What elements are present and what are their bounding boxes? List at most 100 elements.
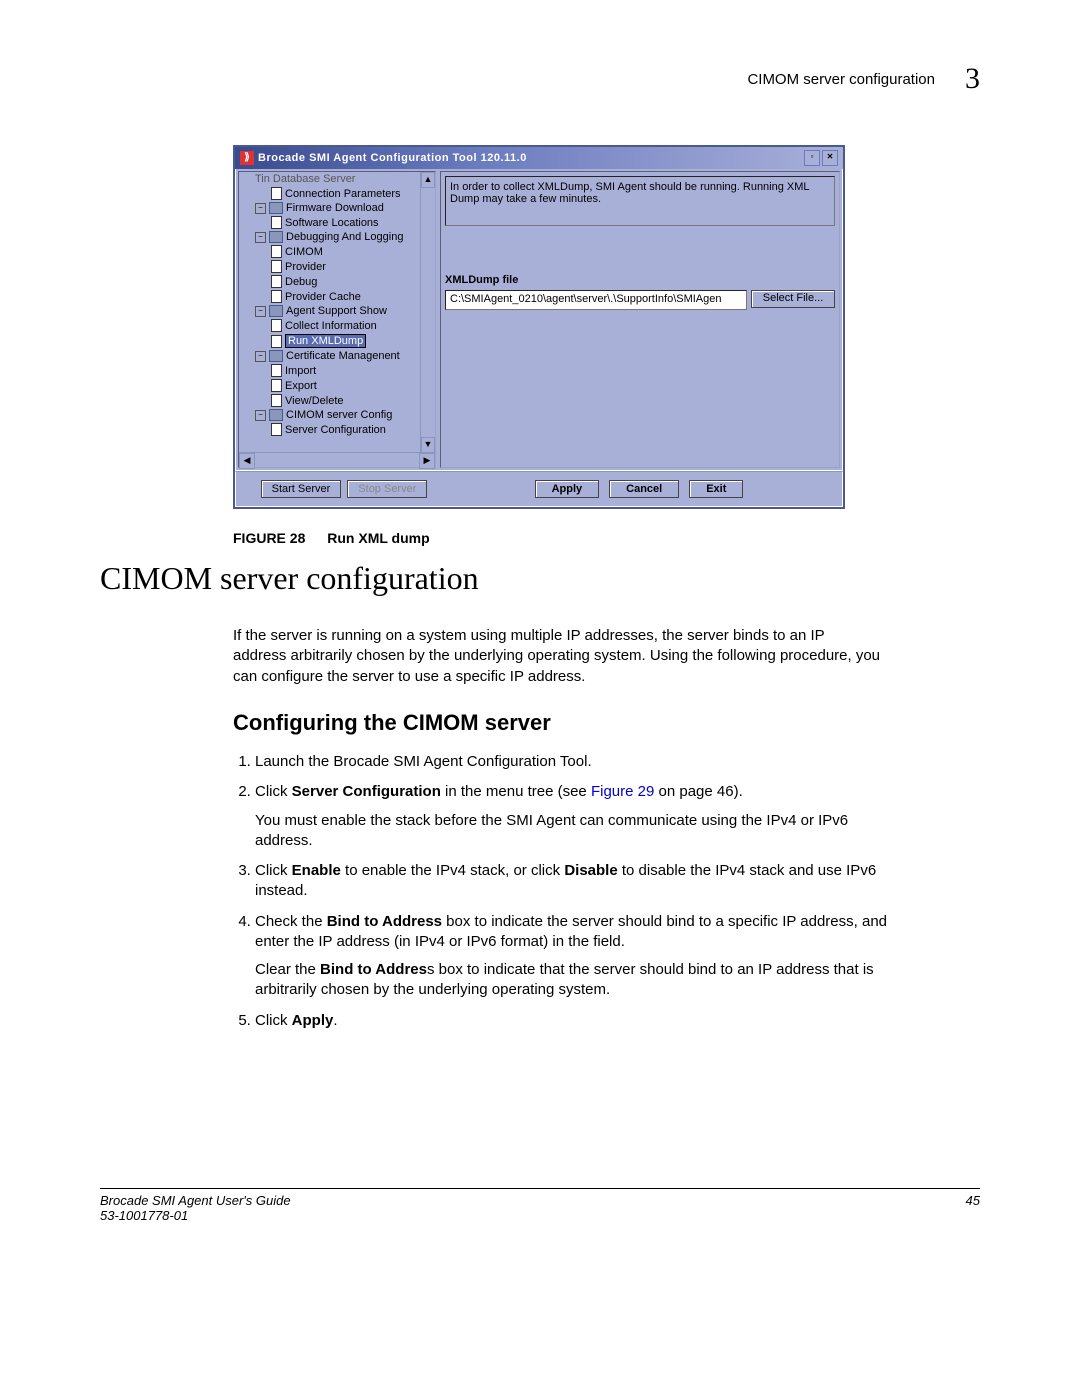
- footer-docnum: 53-1001778-01: [100, 1208, 291, 1223]
- file-icon: [271, 379, 282, 392]
- tree-item[interactable]: Run XMLDump: [243, 333, 435, 349]
- cancel-button[interactable]: Cancel: [609, 480, 679, 498]
- stop-server-button: Stop Server: [347, 480, 427, 498]
- close-icon[interactable]: ✕: [822, 150, 838, 166]
- tree-item[interactable]: Server Configuration: [243, 422, 435, 437]
- tree-item[interactable]: − Agent Support Show: [243, 304, 435, 318]
- tree-item[interactable]: −Debugging And Logging: [243, 230, 435, 244]
- collapse-icon[interactable]: −: [255, 232, 266, 243]
- tree-item[interactable]: Debug: [243, 274, 435, 289]
- scroll-down-icon[interactable]: ▼: [421, 437, 435, 453]
- nav-tree[interactable]: Tin Database Server Connection Parameters…: [239, 172, 435, 437]
- tree-item-label: Run XMLDump: [285, 334, 366, 348]
- tree-item-label: Firmware Download: [286, 202, 384, 214]
- page: CIMOM server configuration 3 ⟫ Brocade S…: [0, 0, 1080, 1397]
- tree-item-label: CIMOM: [285, 246, 323, 258]
- horizontal-scrollbar[interactable]: ◀ ▶: [239, 452, 435, 467]
- tree-item[interactable]: Provider Cache: [243, 289, 435, 304]
- window-title: Brocade SMI Agent Configuration Tool 120…: [258, 152, 804, 164]
- subsection-heading: Configuring the CIMOM server: [233, 710, 551, 736]
- folder-icon: [269, 409, 283, 421]
- window-titlebar[interactable]: ⟫ Brocade SMI Agent Configuration Tool 1…: [235, 147, 843, 169]
- folder-icon: [269, 350, 283, 362]
- tree-item-label: CIMOM server Config: [286, 409, 392, 421]
- figure-caption: FIGURE 28 Run XML dump: [233, 530, 430, 546]
- step-3: Click Enable to enable the IPv4 stack, o…: [255, 861, 895, 902]
- collapse-icon[interactable]: −: [255, 306, 266, 317]
- running-title: CIMOM server configuration: [747, 71, 935, 88]
- step-5: Click Apply.: [255, 1011, 895, 1031]
- intro-paragraph: If the server is running on a system usi…: [233, 626, 881, 687]
- file-icon: [271, 364, 282, 377]
- scroll-up-icon[interactable]: ▲: [421, 172, 435, 188]
- content-pane: In order to collect XMLDump, SMI Agent s…: [440, 171, 840, 468]
- tree-item[interactable]: − CIMOM server Config: [243, 408, 435, 422]
- page-number: 45: [966, 1193, 980, 1223]
- file-icon: [271, 216, 282, 229]
- info-message: In order to collect XMLDump, SMI Agent s…: [445, 176, 835, 226]
- tree-item-label: Certificate Managenent: [286, 350, 400, 362]
- tree-item[interactable]: Import: [243, 363, 435, 378]
- apply-button[interactable]: Apply: [535, 480, 600, 498]
- tree-item-label: Software Locations: [285, 217, 379, 229]
- file-icon: [271, 245, 282, 258]
- tree-item-label: Import: [285, 365, 316, 377]
- tree-item[interactable]: Collect Information: [243, 318, 435, 333]
- select-file-button[interactable]: Select File...: [751, 290, 835, 308]
- collapse-icon[interactable]: −: [255, 351, 266, 362]
- start-server-button[interactable]: Start Server: [261, 480, 342, 498]
- step-4: Check the Bind to Address box to indicat…: [255, 912, 895, 1001]
- tree-pane: Tin Database Server Connection Parameters…: [238, 171, 436, 468]
- tree-item-label: Debug: [285, 276, 317, 288]
- file-icon: [271, 290, 282, 303]
- minimize-icon[interactable]: ▫: [804, 150, 820, 166]
- window-controls: ▫ ✕: [804, 150, 838, 166]
- config-tool-window: ⟫ Brocade SMI Agent Configuration Tool 1…: [233, 145, 845, 509]
- button-bar: Start Server Stop Server Apply Cancel Ex…: [235, 471, 843, 507]
- collapse-icon[interactable]: −: [255, 203, 266, 214]
- tree-item-label: Provider: [285, 261, 326, 273]
- file-icon: [271, 275, 282, 288]
- scroll-right-icon[interactable]: ▶: [419, 453, 435, 469]
- page-header: CIMOM server configuration 3: [747, 62, 980, 96]
- tree-item-label: Collect Information: [285, 320, 377, 332]
- collapse-icon[interactable]: −: [255, 410, 266, 421]
- step-1: Launch the Brocade SMI Agent Configurati…: [255, 752, 895, 772]
- tree-item[interactable]: − Certificate Managenent: [243, 349, 435, 363]
- tree-item-label: Agent Support Show: [286, 305, 387, 317]
- figure-link[interactable]: Figure 29: [591, 783, 654, 800]
- file-icon: [271, 394, 282, 407]
- procedure-steps: Launch the Brocade SMI Agent Configurati…: [233, 752, 895, 1041]
- tree-item-label: Provider Cache: [285, 291, 361, 303]
- tree-item[interactable]: − Firmware Download: [243, 201, 435, 215]
- section-heading: CIMOM server configuration: [100, 560, 479, 597]
- tree-item-label: Export: [285, 380, 317, 392]
- footer-title: Brocade SMI Agent User's Guide: [100, 1193, 291, 1208]
- file-icon: [271, 260, 282, 273]
- folder-icon: [269, 231, 283, 243]
- vertical-scrollbar[interactable]: ▲ ▼: [420, 172, 435, 453]
- figure-text: Run XML dump: [327, 530, 429, 546]
- scroll-left-icon[interactable]: ◀: [239, 453, 255, 469]
- page-footer: Brocade SMI Agent User's Guide 53-100177…: [100, 1188, 980, 1223]
- tree-item-label: Connection Parameters: [285, 188, 401, 200]
- xmldump-path-input[interactable]: C:\SMIAgent_0210\agent\server\.\SupportI…: [445, 290, 747, 310]
- exit-button[interactable]: Exit: [689, 480, 743, 498]
- tree-item[interactable]: Provider: [243, 259, 435, 274]
- xmldump-label: XMLDump file: [445, 274, 835, 286]
- tree-item[interactable]: Connection Parameters: [243, 186, 435, 201]
- chapter-number: 3: [965, 62, 980, 96]
- file-icon: [271, 187, 282, 200]
- app-icon: ⟫: [240, 151, 254, 165]
- tree-item-label: View/Delete: [285, 395, 344, 407]
- file-icon: [271, 319, 282, 332]
- tree-item[interactable]: View/Delete: [243, 393, 435, 408]
- tree-item[interactable]: Software Locations: [243, 215, 435, 230]
- folder-icon: [269, 202, 283, 214]
- tree-item-label: Server Configuration: [285, 424, 386, 436]
- folder-icon: [269, 305, 283, 317]
- file-icon: [271, 335, 282, 348]
- tree-item[interactable]: Export: [243, 378, 435, 393]
- tree-item[interactable]: CIMOM: [243, 244, 435, 259]
- tree-item[interactable]: Tin Database Server: [243, 172, 435, 186]
